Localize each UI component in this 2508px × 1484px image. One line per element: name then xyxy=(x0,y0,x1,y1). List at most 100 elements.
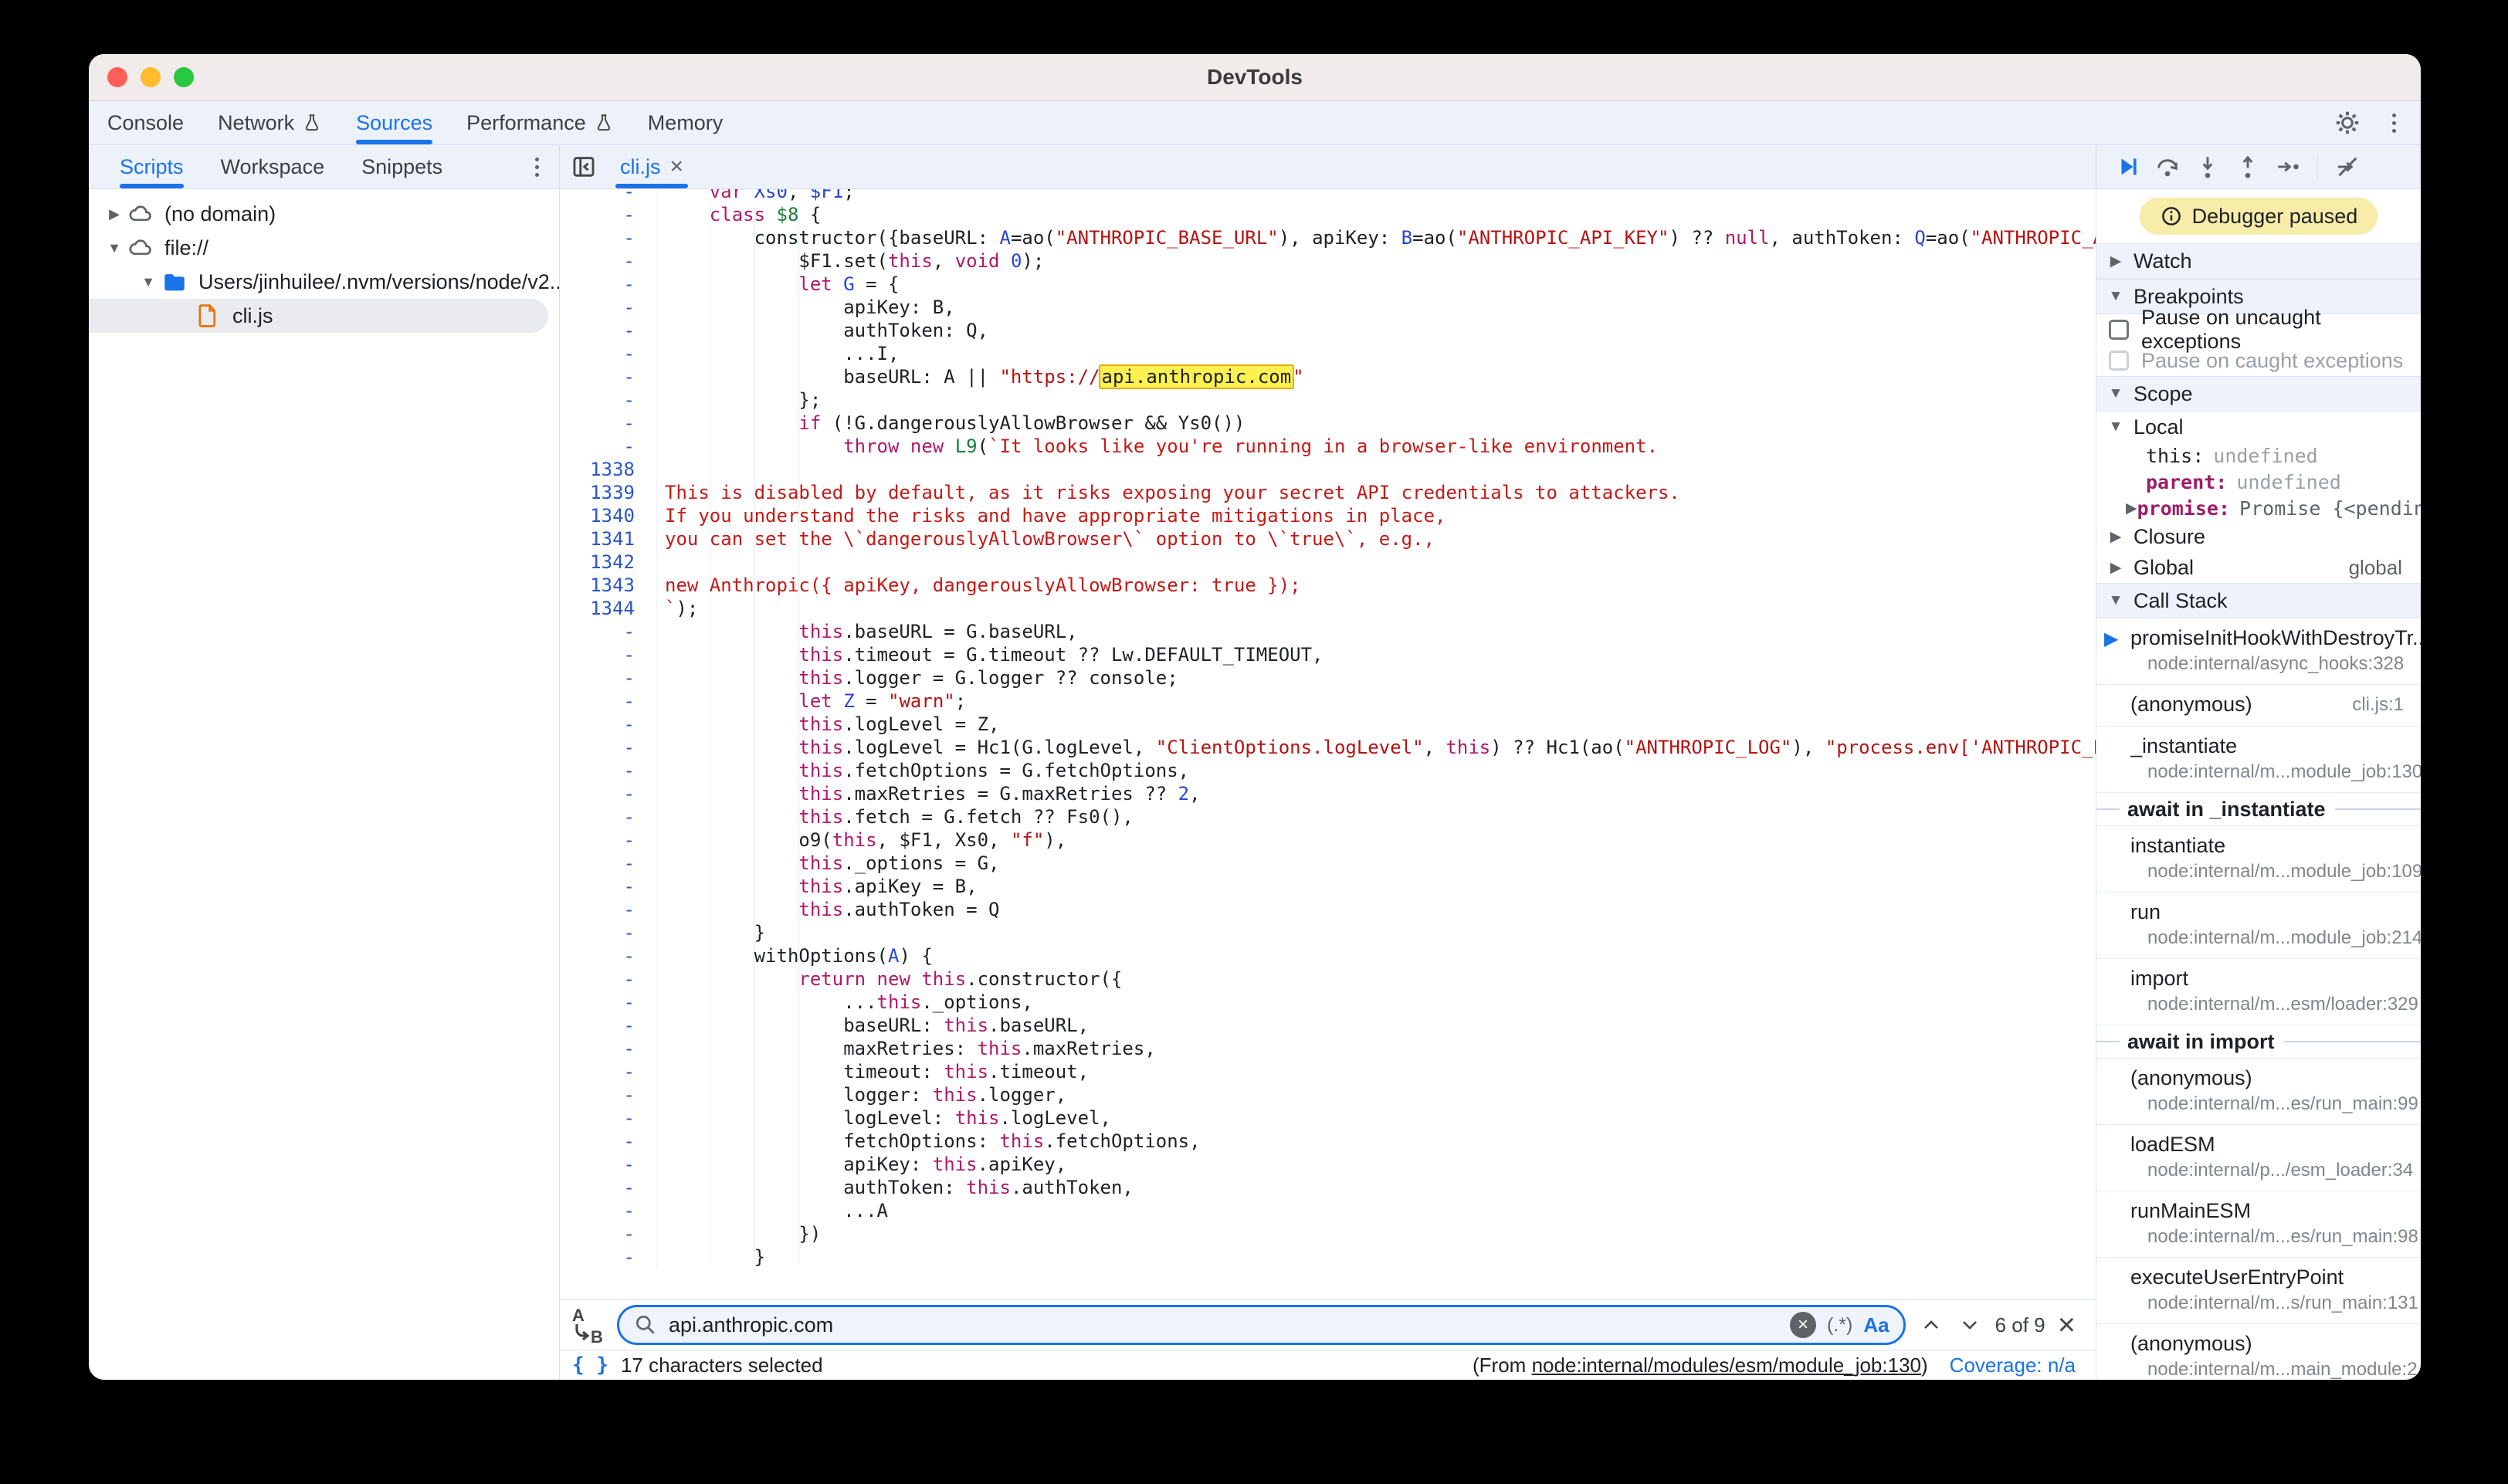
code-line[interactable]: -$F1.set(this, void 0); xyxy=(560,249,2096,273)
navigator-more-menu[interactable] xyxy=(529,154,545,180)
line-number-gutter[interactable]: - xyxy=(560,1106,657,1130)
code-line[interactable]: -this._options = G, xyxy=(560,852,2096,875)
code-line[interactable]: -authToken: Q, xyxy=(560,319,2096,342)
tab-memory[interactable]: Memory xyxy=(648,101,724,144)
line-number-gutter[interactable]: - xyxy=(560,435,657,458)
line-number-gutter[interactable]: - xyxy=(560,342,657,365)
minimize-window-button[interactable] xyxy=(141,67,161,87)
pretty-print-icon[interactable]: { } xyxy=(572,1354,608,1377)
code-line[interactable]: -baseURL: A || "https://api.anthropic.co… xyxy=(560,365,2096,388)
code-line[interactable]: -let G = { xyxy=(560,273,2096,296)
tab-cli-js[interactable]: cli.js × xyxy=(608,145,696,188)
tree-item-users-jinhuilee-nvm-versions-node-v2-[interactable]: ▼Users/jinhuilee/.nvm/versions/node/v2..… xyxy=(89,265,559,299)
line-number-gutter[interactable]: - xyxy=(560,1060,657,1083)
line-number-gutter[interactable]: 1342 xyxy=(560,551,657,574)
replace-toggle-icon[interactable]: A B xyxy=(571,1306,605,1344)
line-number-gutter[interactable]: - xyxy=(560,828,657,852)
code-line[interactable]: -authToken: this.authToken, xyxy=(560,1176,2096,1199)
line-number-gutter[interactable]: - xyxy=(560,1222,657,1245)
close-tab-icon[interactable]: × xyxy=(670,154,684,180)
code-line[interactable]: 1339This is disabled by default, as it r… xyxy=(560,481,2096,504)
call-stack-frame[interactable]: runnode:internal/m...module_job:214 xyxy=(2096,893,2421,959)
code-line[interactable]: -throw new L9(`It looks like you're runn… xyxy=(560,435,2096,458)
line-number-gutter[interactable]: - xyxy=(560,805,657,828)
line-number-gutter[interactable]: - xyxy=(560,666,657,689)
step-over-icon[interactable] xyxy=(2152,151,2183,182)
clear-search-icon[interactable]: × xyxy=(1790,1312,1816,1338)
code-line[interactable]: -return new this.constructor({ xyxy=(560,967,2096,991)
code-line[interactable]: -}) xyxy=(560,1222,2096,1245)
code-line[interactable]: -fetchOptions: this.fetchOptions, xyxy=(560,1130,2096,1153)
line-number-gutter[interactable]: - xyxy=(560,1083,657,1106)
code-line[interactable]: -withOptions(A) { xyxy=(560,944,2096,967)
line-number-gutter[interactable]: - xyxy=(560,273,657,296)
step-into-icon[interactable] xyxy=(2192,151,2223,182)
call-stack-frame[interactable]: instantiatenode:internal/m...module_job:… xyxy=(2096,826,2421,893)
code-line[interactable]: -this.apiKey = B, xyxy=(560,875,2096,898)
code-line[interactable]: -apiKey: B, xyxy=(560,296,2096,319)
line-number-gutter[interactable]: - xyxy=(560,1199,657,1222)
navigator-tab-scripts[interactable]: Scripts xyxy=(120,145,184,188)
chevron-right-icon[interactable]: ▶ xyxy=(2126,500,2137,517)
line-number-gutter[interactable]: - xyxy=(560,1153,657,1176)
tree-item-cli-js[interactable]: cli.js xyxy=(89,299,548,333)
call-stack-frame[interactable]: (anonymous)cli.js:1 xyxy=(2096,685,2421,727)
line-number-gutter[interactable]: - xyxy=(560,189,657,203)
line-number-gutter[interactable]: 1340 xyxy=(560,504,657,527)
checkbox-unchecked[interactable] xyxy=(2109,320,2129,340)
code-line[interactable]: -this.fetchOptions = G.fetchOptions, xyxy=(560,759,2096,782)
call-stack-frame[interactable]: loadESMnode:internal/p.../esm_loader:34 xyxy=(2096,1125,2421,1191)
tree-item-file-[interactable]: ▼file:// xyxy=(89,231,559,265)
resume-script-icon[interactable] xyxy=(2112,151,2143,182)
match-case-toggle[interactable]: Aa xyxy=(1863,1313,1889,1337)
previous-match-icon[interactable] xyxy=(1918,1312,1944,1338)
tab-network[interactable]: Network xyxy=(218,101,322,144)
code-line[interactable]: 1338 xyxy=(560,458,2096,481)
code-line[interactable]: 1344`); xyxy=(560,597,2096,620)
regex-toggle[interactable]: (.*) xyxy=(1827,1314,1852,1337)
deactivate-breakpoints-icon[interactable] xyxy=(2332,151,2363,182)
line-number-gutter[interactable]: - xyxy=(560,898,657,921)
call-stack-frame[interactable]: ▶promiseInitHookWithDestroyTr...node:int… xyxy=(2096,618,2421,685)
call-stack-frame[interactable]: (anonymous)node:internal/m...es/run_main… xyxy=(2096,1059,2421,1125)
scope-group-closure[interactable]: ▶Closure xyxy=(2096,521,2421,552)
scope-group-global[interactable]: ▶Globalglobal xyxy=(2096,552,2421,583)
code-line[interactable]: -this.logger = G.logger ?? console; xyxy=(560,666,2096,689)
code-line[interactable]: -} xyxy=(560,1245,2096,1269)
step-icon[interactable] xyxy=(2272,151,2303,182)
tab-sources[interactable]: Sources xyxy=(356,101,432,144)
navigator-tab-snippets[interactable]: Snippets xyxy=(361,145,442,188)
line-number-gutter[interactable]: - xyxy=(560,249,657,273)
line-number-gutter[interactable]: - xyxy=(560,643,657,666)
tab-performance[interactable]: Performance xyxy=(466,101,614,144)
line-number-gutter[interactable]: - xyxy=(560,226,657,249)
line-number-gutter[interactable]: - xyxy=(560,319,657,342)
code-line[interactable]: -...this._options, xyxy=(560,991,2096,1014)
code-line[interactable]: 1342 xyxy=(560,551,2096,574)
line-number-gutter[interactable]: - xyxy=(560,852,657,875)
line-number-gutter[interactable]: - xyxy=(560,689,657,713)
line-number-gutter[interactable]: - xyxy=(560,1037,657,1060)
scope-variable-parent[interactable]: parent:undefined xyxy=(2096,469,2421,495)
code-line[interactable]: -class $8 { xyxy=(560,203,2096,226)
line-number-gutter[interactable]: - xyxy=(560,759,657,782)
line-number-gutter[interactable]: - xyxy=(560,875,657,898)
code-line[interactable]: -baseURL: this.baseURL, xyxy=(560,1014,2096,1037)
zoom-window-button[interactable] xyxy=(174,67,194,87)
navigator-tab-workspace[interactable]: Workspace xyxy=(221,145,325,188)
line-number-gutter[interactable]: - xyxy=(560,921,657,944)
source-origin-link[interactable]: node:internal/modules/esm/module_job:130 xyxy=(1532,1354,1921,1377)
line-number-gutter[interactable]: - xyxy=(560,1130,657,1153)
line-number-gutter[interactable]: - xyxy=(560,412,657,435)
tree-item--no-domain-[interactable]: ▶(no domain) xyxy=(89,197,559,231)
code-line[interactable]: -} xyxy=(560,921,2096,944)
tab-console[interactable]: Console xyxy=(107,101,184,144)
line-number-gutter[interactable]: - xyxy=(560,991,657,1014)
code-line[interactable]: -...I, xyxy=(560,342,2096,365)
code-line[interactable]: -var Xs0, $F1; xyxy=(560,189,2096,203)
call-stack-frame[interactable]: _instantiatenode:internal/m...module_job… xyxy=(2096,727,2421,793)
section-watch[interactable]: ▶ Watch xyxy=(2096,243,2421,279)
code-line[interactable]: -}; xyxy=(560,388,2096,412)
section-scope[interactable]: ▼ Scope xyxy=(2096,376,2421,412)
coverage-link[interactable]: Coverage: n/a xyxy=(1950,1354,2076,1377)
